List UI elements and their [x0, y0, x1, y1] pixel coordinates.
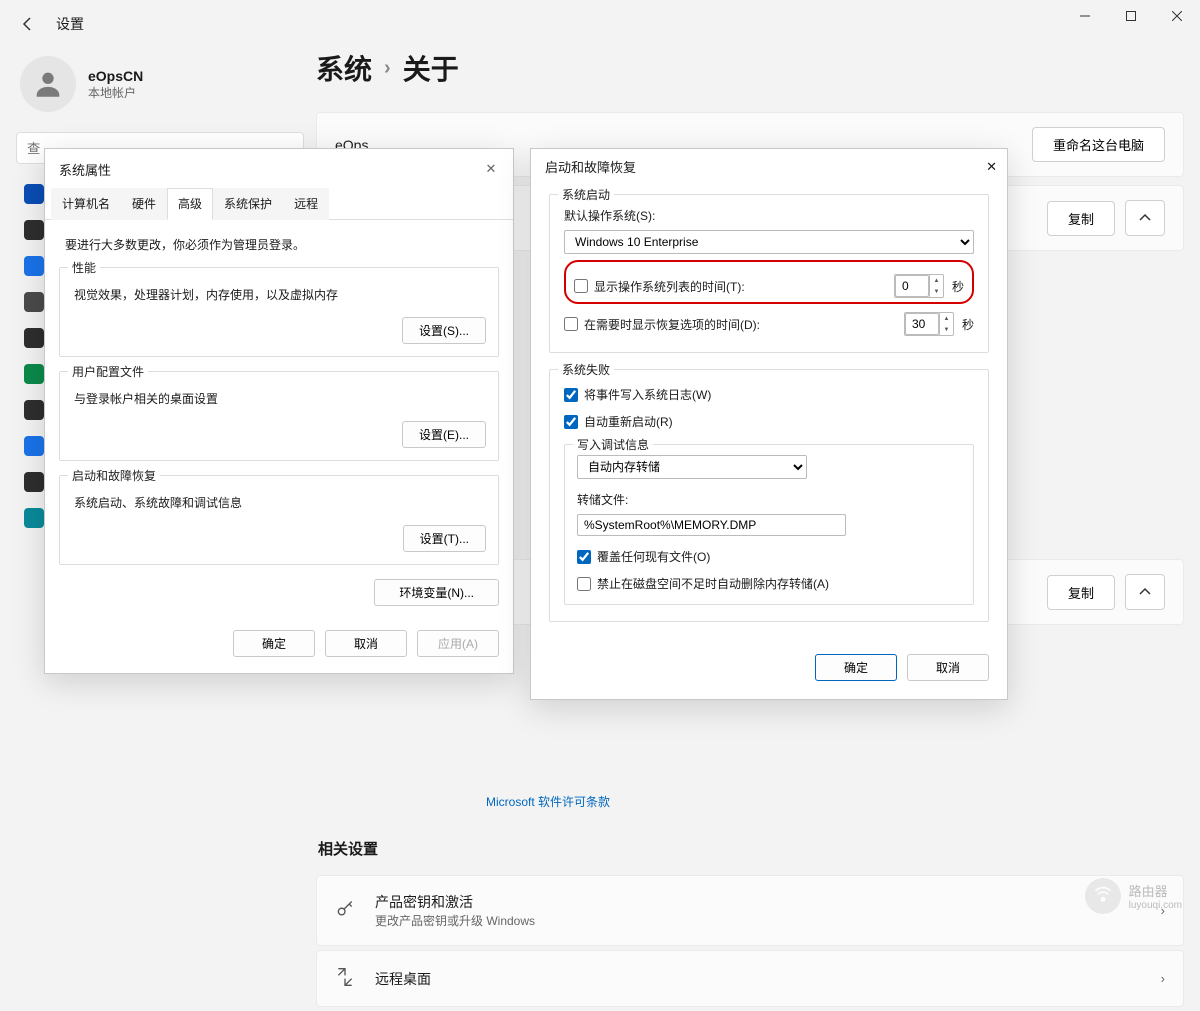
sidebar-item[interactable]	[24, 256, 44, 276]
rename-pc-button[interactable]: 重命名这台电脑	[1032, 127, 1165, 162]
sidebar-item[interactable]	[24, 184, 44, 204]
startup-recovery-dialog: 启动和故障恢复 ✕ 系统启动 默认操作系统(S): Windows 10 Ent…	[530, 148, 1008, 700]
router-icon	[1085, 878, 1121, 914]
show-os-list-checkbox[interactable]	[574, 279, 588, 293]
spin-down[interactable]: ▼	[940, 324, 953, 335]
dump-file-input[interactable]	[577, 514, 846, 536]
row-title: 远程桌面	[375, 969, 431, 989]
collapse-button[interactable]	[1125, 200, 1165, 236]
user-name: eOpsCN	[88, 68, 143, 84]
license-link[interactable]: Microsoft 软件许可条款	[316, 793, 1184, 810]
sidebar-item[interactable]	[24, 328, 44, 348]
profile-settings-button[interactable]: 设置(E)...	[402, 421, 486, 448]
recovery-time-spinner[interactable]: ▲▼	[904, 312, 954, 336]
default-os-label: 默认操作系统(S):	[564, 207, 974, 224]
breadcrumb-about: 关于	[403, 48, 459, 88]
app-title: 设置	[56, 14, 84, 34]
write-log-checkbox[interactable]	[564, 388, 578, 402]
user-block[interactable]: eOpsCN 本地帐户	[16, 48, 304, 132]
os-list-time-spinner[interactable]: ▲▼	[894, 274, 944, 298]
no-delete-checkbox[interactable]	[577, 577, 591, 591]
minimize-button[interactable]	[1062, 0, 1108, 32]
chevron-right-icon: ›	[384, 57, 391, 80]
tab-hardware[interactable]: 硬件	[121, 188, 167, 220]
remote-icon	[335, 967, 357, 990]
back-button[interactable]	[8, 4, 48, 44]
sidebar-item[interactable]	[24, 472, 44, 492]
cancel-button[interactable]: 取消	[907, 654, 989, 681]
tab-computer-name[interactable]: 计算机名	[51, 188, 121, 220]
copy-button-2[interactable]: 复制	[1047, 575, 1115, 610]
row-sub: 更改产品密钥或升级 Windows	[375, 912, 535, 929]
avatar	[20, 56, 76, 112]
related-title: 相关设置	[318, 838, 1184, 859]
tab-advanced[interactable]: 高级	[167, 188, 213, 220]
startup-group: 启动和故障恢复 系统启动、系统故障和调试信息 设置(T)...	[59, 475, 499, 565]
dump-file-label: 转储文件:	[577, 491, 961, 508]
row-title: 产品密钥和激活	[375, 892, 535, 912]
key-icon	[335, 899, 357, 922]
sidebar-item[interactable]	[24, 292, 44, 312]
performance-group: 性能 视觉效果，处理器计划，内存使用，以及虚拟内存 设置(S)...	[59, 267, 499, 357]
watermark: 路由器 luyouqi.com	[1085, 878, 1182, 914]
highlight-annotation: 显示操作系统列表的时间(T): ▲▼ 秒	[564, 260, 974, 304]
close-button[interactable]	[1154, 0, 1200, 32]
spin-down[interactable]: ▼	[930, 286, 943, 297]
sidebar-item[interactable]	[24, 508, 44, 528]
breadcrumb-system[interactable]: 系统	[316, 48, 372, 88]
startup-settings-button[interactable]: 设置(T)...	[403, 525, 486, 552]
debug-type-select[interactable]: 自动内存转储	[577, 455, 807, 479]
ok-button[interactable]: 确定	[815, 654, 897, 681]
system-properties-dialog: 系统属性 ✕ 计算机名 硬件 高级 系统保护 远程 要进行大多数更改，你必须作为…	[44, 148, 514, 674]
system-startup-group: 系统启动 默认操作系统(S): Windows 10 Enterprise 显示…	[549, 194, 989, 353]
copy-button-1[interactable]: 复制	[1047, 201, 1115, 236]
perf-settings-button[interactable]: 设置(S)...	[402, 317, 486, 344]
collapse-button[interactable]	[1125, 574, 1165, 610]
chevron-right-icon: ›	[1161, 971, 1165, 986]
close-icon[interactable]: ✕	[479, 157, 503, 181]
user-sub: 本地帐户	[88, 84, 143, 101]
tab-protection[interactable]: 系统保护	[213, 188, 283, 220]
close-icon[interactable]: ✕	[986, 159, 997, 175]
apply-button: 应用(A)	[417, 630, 499, 657]
admin-info: 要进行大多数更改，你必须作为管理员登录。	[65, 236, 499, 253]
env-vars-button[interactable]: 环境变量(N)...	[374, 579, 499, 606]
breadcrumb: 系统 › 关于	[316, 48, 1184, 88]
show-recovery-checkbox[interactable]	[564, 317, 578, 331]
dialog-title: 启动和故障恢复	[545, 157, 636, 176]
sidebar-item[interactable]	[24, 364, 44, 384]
remote-desktop-row[interactable]: 远程桌面 ›	[316, 950, 1184, 1007]
system-failure-group: 系统失败 将事件写入系统日志(W) 自动重新启动(R) 写入调试信息 自动内存转…	[549, 369, 989, 622]
spin-up[interactable]: ▲	[940, 313, 953, 324]
ok-button[interactable]: 确定	[233, 630, 315, 657]
profile-group: 用户配置文件 与登录帐户相关的桌面设置 设置(E)...	[59, 371, 499, 461]
tab-remote[interactable]: 远程	[283, 188, 329, 220]
sidebar-item[interactable]	[24, 400, 44, 420]
sidebar-item[interactable]	[24, 436, 44, 456]
dialog-title: 系统属性	[59, 160, 111, 179]
auto-restart-checkbox[interactable]	[564, 415, 578, 429]
default-os-select[interactable]: Windows 10 Enterprise	[564, 230, 974, 254]
overwrite-checkbox[interactable]	[577, 550, 591, 564]
product-key-row[interactable]: 产品密钥和激活 更改产品密钥或升级 Windows ›	[316, 875, 1184, 946]
sidebar-item[interactable]	[24, 220, 44, 240]
cancel-button[interactable]: 取消	[325, 630, 407, 657]
maximize-button[interactable]	[1108, 0, 1154, 32]
spin-up[interactable]: ▲	[930, 275, 943, 286]
